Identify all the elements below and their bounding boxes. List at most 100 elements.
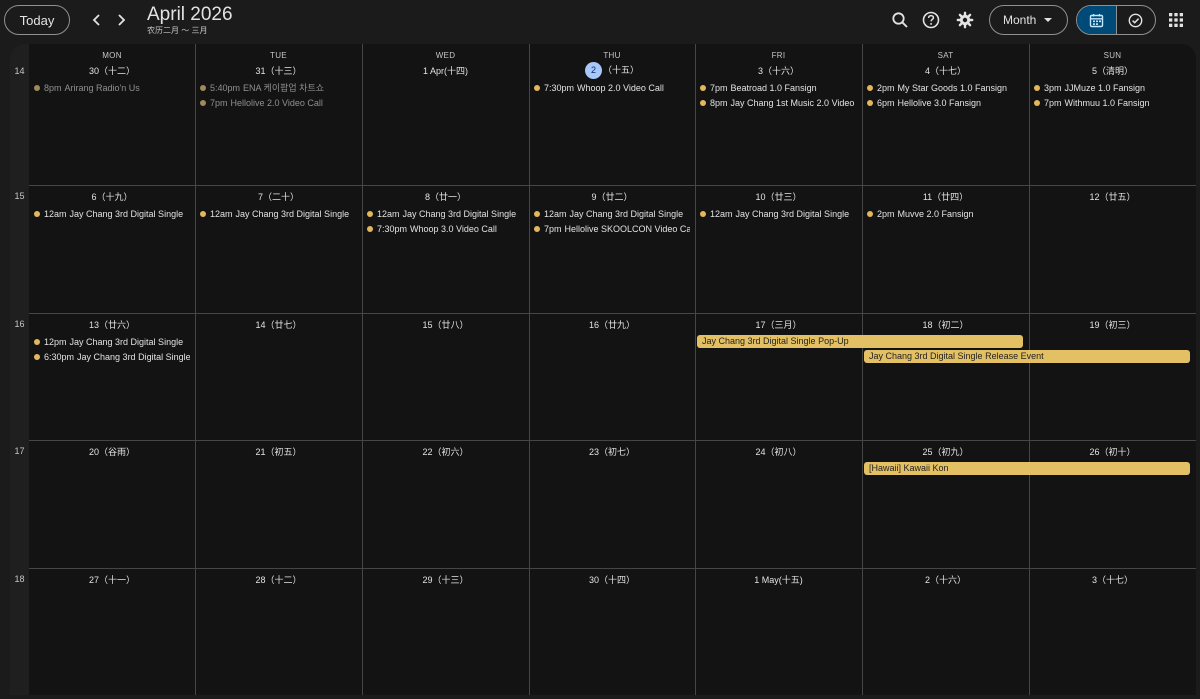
date-label[interactable]: 17（三月） [695, 318, 862, 331]
date-label[interactable]: 1 Apr(十四) [362, 64, 529, 77]
previous-month-button[interactable] [85, 8, 109, 32]
event-title: Arirang Radio'n Us [64, 83, 140, 93]
date-label[interactable]: 29（十三） [362, 573, 529, 586]
column-divider [195, 44, 196, 695]
calendar-event[interactable]: 6:30pm Jay Chang 3rd Digital Single [34, 350, 190, 364]
event-dot [700, 211, 706, 217]
date-label[interactable]: 26（初十） [1029, 445, 1196, 458]
event-dot [534, 226, 540, 232]
event-dot [867, 85, 873, 91]
date-label[interactable]: 3（十六） [695, 64, 862, 77]
date-label[interactable]: 19（初三） [1029, 318, 1196, 331]
week-number[interactable]: 15 [10, 191, 29, 201]
date-label[interactable]: 27（十一） [29, 573, 195, 586]
apps-button[interactable] [1164, 8, 1188, 32]
calendar-event[interactable]: 7:30pm Whoop 2.0 Video Call [534, 81, 690, 95]
calendar-event[interactable]: 12am Jay Chang 3rd Digital Single [534, 207, 690, 221]
event-title: Jay Chang 3rd Digital Single [735, 209, 850, 219]
calendar-event[interactable]: 8pmJay Chang 1st Music 2.0 Video Call [700, 96, 857, 110]
event-time: 12pm [44, 337, 67, 347]
date-label[interactable]: 11（廿四） [862, 190, 1029, 203]
all-day-event-bar[interactable]: Jay Chang 3rd Digital Single Release Eve… [864, 350, 1190, 363]
date-label[interactable]: 22（初六） [362, 445, 529, 458]
date-label[interactable]: 20（谷雨） [29, 445, 195, 458]
calendar-event[interactable]: 12pm Jay Chang 3rd Digital Single [34, 335, 190, 349]
week-number[interactable]: 18 [10, 574, 29, 584]
view-selector[interactable]: Month [989, 5, 1068, 35]
date-label[interactable]: 10（廿三） [695, 190, 862, 203]
date-label[interactable]: 21（初五） [195, 445, 362, 458]
week-number[interactable]: 14 [10, 66, 29, 76]
date-label[interactable]: 9（廿二） [529, 190, 695, 203]
date-label[interactable]: 6（十九） [29, 190, 195, 203]
calendar-event[interactable]: 7pm Withmuu 1.0 Fansign [1034, 96, 1191, 110]
calendar-event[interactable]: 12am Jay Chang 3rd Digital Single [367, 207, 524, 221]
calendar-event[interactable]: 7:30pm Whoop 3.0 Video Call [367, 222, 524, 236]
event-title: My Star Goods 1.0 Fansign [897, 83, 1008, 93]
help-button[interactable] [919, 8, 943, 32]
event-time: 3pm [1044, 83, 1062, 93]
day-of-week-header: SAT [937, 51, 954, 60]
date-label[interactable]: 1 May(十五) [695, 573, 862, 586]
date-label[interactable]: 28（十二） [195, 573, 362, 586]
calendar-view-button[interactable] [1077, 6, 1116, 34]
today-button[interactable]: Today [4, 5, 70, 35]
row-divider [29, 568, 1196, 569]
event-dot [367, 211, 373, 217]
calendar-event[interactable]: 5:40pm ENA 케이팝업 차트쇼 [200, 81, 357, 95]
date-label[interactable]: 8（廿一） [362, 190, 529, 203]
date-label[interactable]: 23（初七） [529, 445, 695, 458]
date-label[interactable]: 13（廿六） [29, 318, 195, 331]
week-number[interactable]: 17 [10, 446, 29, 456]
date-label[interactable]: 30（十二） [29, 64, 195, 77]
calendar-event[interactable]: 7pm Hellolive 2.0 Video Call [200, 96, 357, 110]
date-label[interactable]: 24（初八） [695, 445, 862, 458]
search-button[interactable] [888, 8, 912, 32]
event-title: Jay Chang 3rd Digital Single [69, 209, 184, 219]
event-time: 7:30pm [377, 224, 408, 234]
date-label[interactable]: 18（初二） [862, 318, 1029, 331]
date-label[interactable]: 14（廿七） [195, 318, 362, 331]
next-month-button[interactable] [109, 8, 133, 32]
event-time: 12am [710, 209, 733, 219]
calendar-event[interactable]: 2pm My Star Goods 1.0 Fansign [867, 81, 1024, 95]
page-title: April 2026 [147, 4, 233, 25]
date-label[interactable]: 2（十六） [862, 573, 1029, 586]
event-title: Hellolive 2.0 Video Call [230, 98, 323, 108]
date-label[interactable]: 2 （十五） [529, 62, 695, 79]
week-number[interactable]: 16 [10, 319, 29, 329]
all-day-event-bar[interactable]: [Hawaii] Kawaii Kon [864, 462, 1190, 475]
calendar-event[interactable]: 7pm Beatroad 1.0 Fansign [700, 81, 857, 95]
column-divider [362, 44, 363, 695]
today-date-number[interactable]: 2 [584, 62, 602, 79]
calendar-event[interactable]: 3pm JJMuze 1.0 Fansign [1034, 81, 1191, 95]
calendar-event[interactable]: 8pm Arirang Radio'n Us [34, 81, 190, 95]
event-title: JJMuze 1.0 Fansign [1064, 83, 1146, 93]
caret-down-icon [1044, 18, 1052, 22]
event-dot [867, 211, 873, 217]
calendar-event[interactable]: 6pm Hellolive 3.0 Fansign [867, 96, 1024, 110]
date-label[interactable]: 3（十七） [1029, 573, 1196, 586]
date-label[interactable]: 5（清明） [1029, 64, 1196, 77]
date-label[interactable]: 12（廿五） [1029, 190, 1196, 203]
calendar-event[interactable]: 2pm Muvve 2.0 Fansign [867, 207, 1024, 221]
date-label[interactable]: 7（二十） [195, 190, 362, 203]
calendar-tasks-toggle [1076, 5, 1156, 35]
tasks-view-button[interactable] [1115, 6, 1155, 34]
event-dot [34, 354, 40, 360]
calendar-event[interactable]: 12am Jay Chang 3rd Digital Single [34, 207, 190, 221]
date-label[interactable]: 30（十四） [529, 573, 695, 586]
settings-button[interactable] [953, 8, 977, 32]
date-label[interactable]: 16（廿九） [529, 318, 695, 331]
date-label[interactable]: 15（廿八） [362, 318, 529, 331]
event-time: 7pm [710, 83, 728, 93]
calendar-event[interactable]: 7pm Hellolive SKOOLCON Video Call [534, 222, 690, 236]
date-label[interactable]: 4（十七） [862, 64, 1029, 77]
calendar-event[interactable]: 12am Jay Chang 3rd Digital Single [200, 207, 357, 221]
event-title: Whoop 3.0 Video Call [410, 224, 497, 234]
lunar-subtitle: 农历二月 ～ 三月 [147, 26, 208, 35]
all-day-event-bar[interactable]: Jay Chang 3rd Digital Single Pop-Up [697, 335, 1023, 348]
date-label[interactable]: 31（十三） [195, 64, 362, 77]
date-label[interactable]: 25（初九） [862, 445, 1029, 458]
calendar-event[interactable]: 12am Jay Chang 3rd Digital Single [700, 207, 857, 221]
